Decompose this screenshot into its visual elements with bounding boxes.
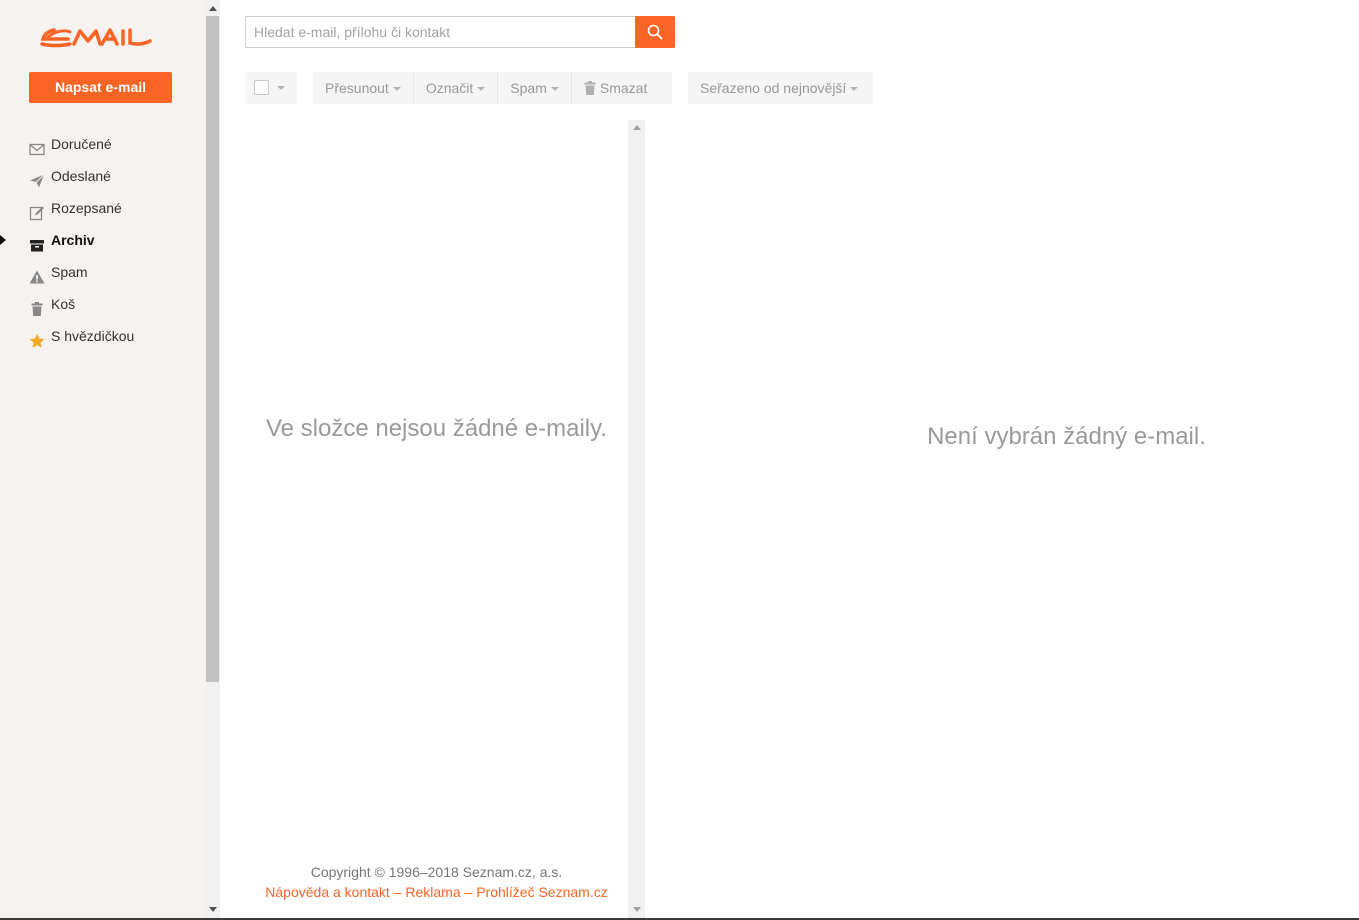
folder-archive[interactable]: Archiv <box>0 224 205 256</box>
active-folder-marker <box>0 235 6 245</box>
archive-icon <box>29 232 45 252</box>
envelope-icon <box>29 136 45 156</box>
move-dropdown[interactable]: Přesunout <box>313 72 414 104</box>
advertising-link[interactable]: Reklama <box>405 884 460 900</box>
sidebar-scrollbar-thumb[interactable] <box>206 16 219 682</box>
message-list-scrollbar[interactable] <box>628 120 645 918</box>
compose-button[interactable]: Napsat e-mail <box>29 72 172 103</box>
scroll-down-arrow-icon[interactable] <box>633 907 641 912</box>
folder-label: Odeslané <box>51 168 111 184</box>
mark-label: Označit <box>425 80 474 96</box>
sidebar: Napsat e-mail Doručené Odeslané Rozepsan… <box>0 0 205 918</box>
bulk-actions-toolbar: Přesunout Označit Spam Smazat <box>313 72 672 104</box>
seznam-browser-link[interactable]: Prohlížeč Seznam.cz <box>476 884 608 900</box>
move-label: Přesunout <box>325 80 389 96</box>
preview-pane: Není vybrán žádný e-mail. <box>645 423 1359 451</box>
copyright-text: Copyright © 1996–2018 Seznam.cz, a.s. <box>310 864 563 880</box>
edit-icon <box>29 200 45 221</box>
folder-drafts[interactable]: Rozepsané <box>0 192 205 224</box>
help-contact-link[interactable]: Nápověda a kontakt <box>265 884 390 900</box>
sort-dropdown[interactable]: Seřazeno od nejnovější <box>688 72 873 104</box>
select-all-dropdown[interactable] <box>245 72 297 104</box>
folder-label: Rozepsané <box>51 200 122 216</box>
email-logo[interactable] <box>40 22 152 52</box>
spam-dropdown[interactable]: Spam <box>498 72 572 104</box>
folder-label: Archiv <box>51 232 95 248</box>
paper-plane-icon <box>29 168 45 188</box>
mark-dropdown[interactable]: Označit <box>414 72 499 104</box>
folder-list: Doručené Odeslané Rozepsané Archiv Spam … <box>0 128 205 352</box>
warning-icon <box>29 264 45 284</box>
folder-label: Spam <box>51 264 88 280</box>
footer-separator: – <box>460 884 477 900</box>
chevron-down-icon <box>277 86 285 90</box>
folder-trash[interactable]: Koš <box>0 288 205 320</box>
chevron-down-icon <box>392 87 401 92</box>
footer-separator: – <box>389 884 406 900</box>
scroll-up-arrow-icon[interactable] <box>633 125 641 130</box>
empty-folder-message: Ve složce nejsou žádné e-maily. <box>265 415 608 442</box>
folder-starred[interactable]: S hvězdičkou <box>0 320 205 352</box>
trash-icon <box>584 80 596 95</box>
chevron-down-icon <box>550 87 559 92</box>
no-email-selected-message: Není vybrán žádný e-mail. <box>927 423 1206 450</box>
search-input[interactable] <box>245 16 636 48</box>
folder-label: Koš <box>51 296 76 312</box>
chevron-down-icon <box>477 87 486 92</box>
scroll-up-arrow-icon[interactable] <box>209 6 217 11</box>
scroll-down-arrow-icon[interactable] <box>209 907 217 912</box>
folder-spam[interactable]: Spam <box>0 256 205 288</box>
folder-inbox[interactable]: Doručené <box>0 128 205 160</box>
delete-label: Smazat <box>599 80 648 96</box>
chevron-down-icon <box>850 87 859 92</box>
star-icon <box>29 328 45 348</box>
search-button[interactable] <box>635 16 675 48</box>
sort-label: Seřazeno od nejnovější <box>700 80 847 96</box>
search-icon <box>647 24 663 40</box>
footer-links: Nápověda a kontakt – Reklama – Prohlížeč… <box>245 884 628 900</box>
folder-label: S hvězdičkou <box>51 328 135 344</box>
select-all-checkbox[interactable] <box>254 80 269 95</box>
folder-label: Doručené <box>51 136 112 152</box>
spam-label: Spam <box>510 80 547 96</box>
delete-button[interactable]: Smazat <box>572 72 659 104</box>
folder-sent[interactable]: Odeslané <box>0 160 205 192</box>
trash-icon <box>29 296 45 316</box>
